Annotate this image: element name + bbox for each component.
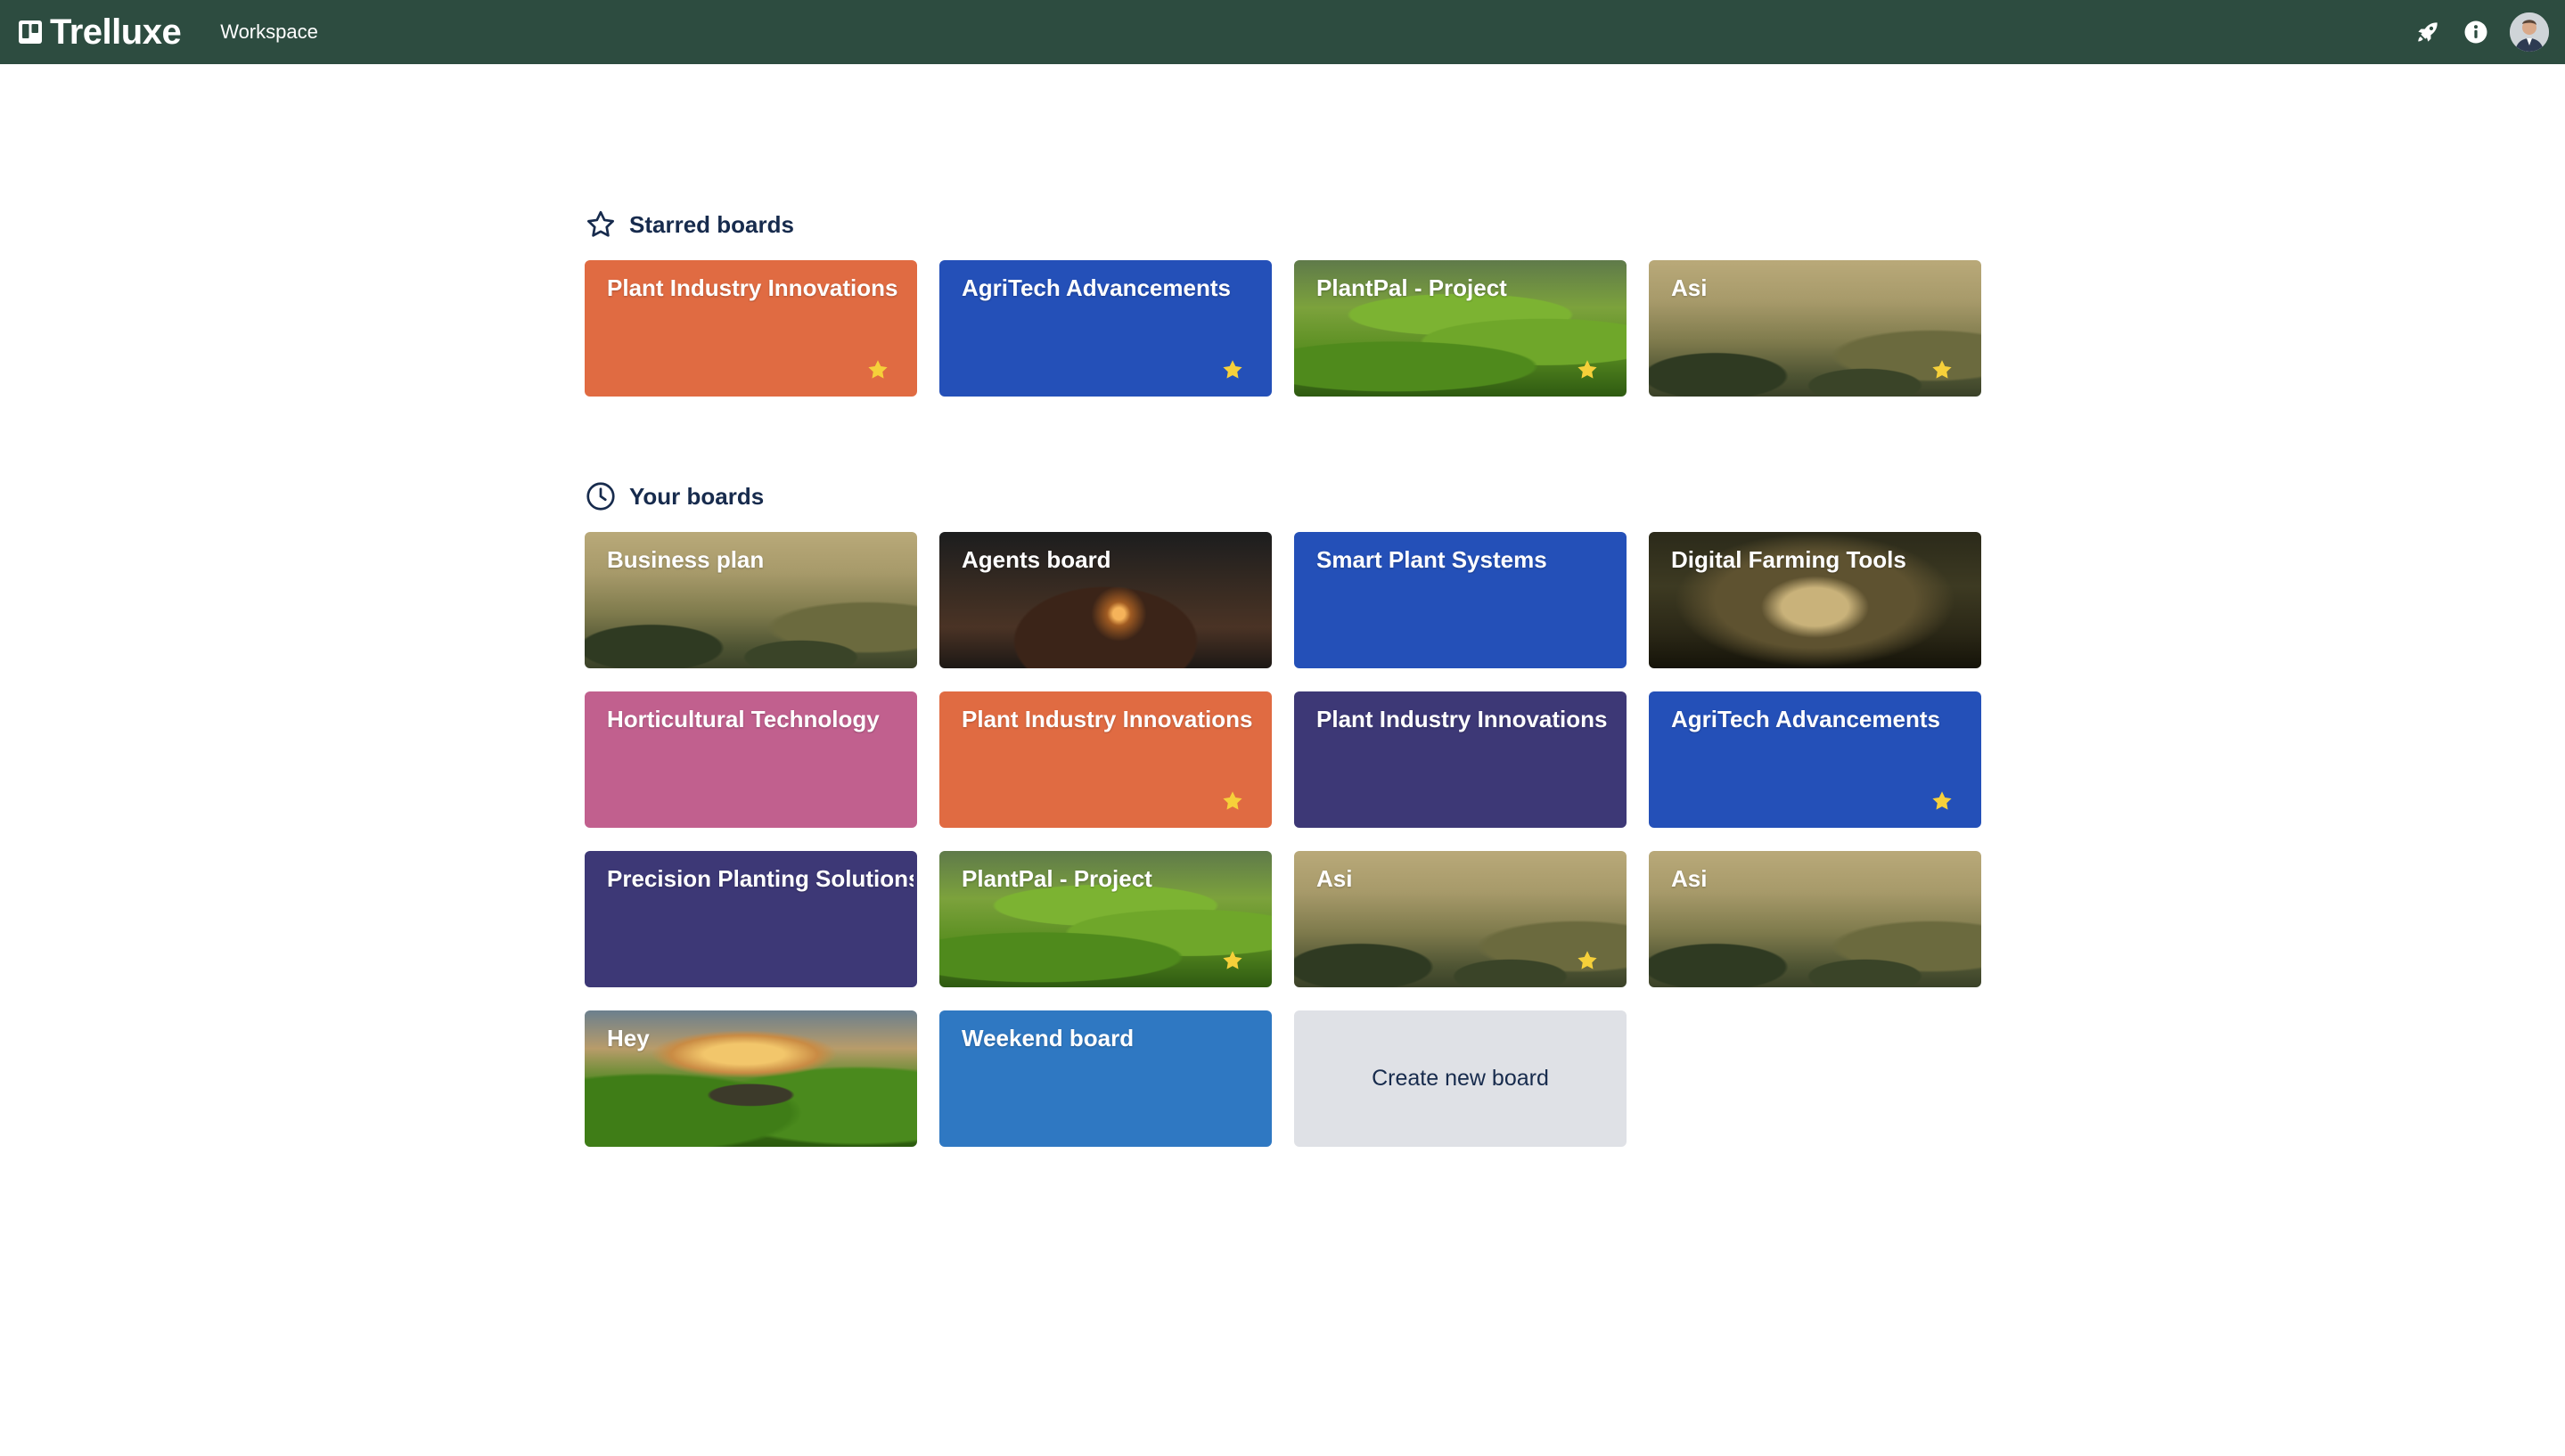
clock-icon xyxy=(586,482,615,511)
board-title: Plant Industry Innovations xyxy=(607,274,898,301)
board-tile[interactable]: Smart Plant Systems xyxy=(1294,532,1627,668)
starred-boards-grid: Plant Industry Innovations AgriTech Adva… xyxy=(585,260,1984,397)
section-title: Starred boards xyxy=(629,210,794,238)
board-title: Smart Plant Systems xyxy=(1316,546,1547,573)
board-title: Digital Farming Tools xyxy=(1671,546,1906,573)
board-tile[interactable]: AgriTech Advancements xyxy=(939,260,1272,397)
your-boards-section: Your boards Business plan Agents board S… xyxy=(585,477,1984,1147)
star-filled-icon[interactable] xyxy=(865,357,890,382)
board-title: Asi xyxy=(1671,865,1708,892)
brand-name: Trelluxe xyxy=(50,12,182,52)
board-tile[interactable]: Weekend board xyxy=(939,1010,1272,1147)
rocket-icon[interactable] xyxy=(2412,16,2444,48)
board-tile[interactable]: PlantPal - Project xyxy=(939,851,1272,987)
board-title: Hey xyxy=(607,1025,650,1051)
board-tile[interactable]: PlantPal - Project xyxy=(1294,260,1627,397)
your-boards-grid: Business plan Agents board Smart Plant S… xyxy=(585,532,1984,1147)
board-tile[interactable]: AgriTech Advancements xyxy=(1649,691,1981,828)
board-tile[interactable]: Plant Industry Innovations xyxy=(585,260,917,397)
board-title: Precision Planting Solutions xyxy=(607,865,914,892)
board-title: Business plan xyxy=(607,546,765,573)
info-icon[interactable] xyxy=(2460,16,2492,48)
star-filled-icon[interactable] xyxy=(1220,789,1245,814)
workspace-menu-button[interactable]: Workspace xyxy=(218,13,320,51)
board-tile[interactable]: Digital Farming Tools xyxy=(1649,532,1981,668)
starred-boards-header: Starred boards xyxy=(585,205,1984,244)
board-tile[interactable]: Hey xyxy=(585,1010,917,1147)
board-tile[interactable]: Plant Industry Innovations xyxy=(939,691,1272,828)
star-filled-icon[interactable] xyxy=(1575,357,1600,382)
board-logo-icon xyxy=(19,20,42,44)
avatar-image xyxy=(2510,12,2549,52)
star-filled-icon[interactable] xyxy=(1930,789,1954,814)
section-title: Your boards xyxy=(629,482,765,510)
star-filled-icon[interactable] xyxy=(1575,948,1600,973)
board-title: Weekend board xyxy=(962,1025,1135,1051)
board-tile[interactable]: Asi xyxy=(1294,851,1627,987)
board-title: PlantPal - Project xyxy=(1316,274,1507,301)
user-avatar[interactable] xyxy=(2508,11,2551,53)
your-boards-header: Your boards xyxy=(585,477,1984,516)
board-title: AgriTech Advancements xyxy=(1671,706,1940,732)
board-tile[interactable]: Asi xyxy=(1649,260,1981,397)
board-title: Plant Industry Innovations xyxy=(962,706,1253,732)
board-title: AgriTech Advancements xyxy=(962,274,1231,301)
brand-logo[interactable]: Trelluxe xyxy=(18,12,182,52)
board-tile[interactable]: Agents board xyxy=(939,532,1272,668)
boards-page: Starred boards Plant Industry Innovation… xyxy=(585,205,1984,1147)
board-title: Agents board xyxy=(962,546,1111,573)
board-title: Asi xyxy=(1671,274,1708,301)
board-title: Asi xyxy=(1316,865,1353,892)
star-filled-icon[interactable] xyxy=(1930,357,1954,382)
board-tile[interactable]: Horticultural Technology xyxy=(585,691,917,828)
create-new-board-button[interactable]: Create new board xyxy=(1294,1010,1627,1147)
star-filled-icon[interactable] xyxy=(1220,948,1245,973)
board-tile[interactable]: Asi xyxy=(1649,851,1981,987)
top-navigation-bar: Trelluxe Workspace xyxy=(0,0,2565,64)
starred-boards-section: Starred boards Plant Industry Innovation… xyxy=(585,205,1984,397)
board-tile[interactable]: Precision Planting Solutions xyxy=(585,851,917,987)
star-filled-icon[interactable] xyxy=(1220,357,1245,382)
topbar-actions xyxy=(2412,11,2551,53)
star-outline-icon xyxy=(587,210,614,237)
board-tile[interactable]: Plant Industry Innovations xyxy=(1294,691,1627,828)
board-tile[interactable]: Business plan xyxy=(585,532,917,668)
board-title: Horticultural Technology xyxy=(607,706,880,732)
board-title: PlantPal - Project xyxy=(962,865,1152,892)
board-title: Plant Industry Innovations xyxy=(1316,706,1608,732)
